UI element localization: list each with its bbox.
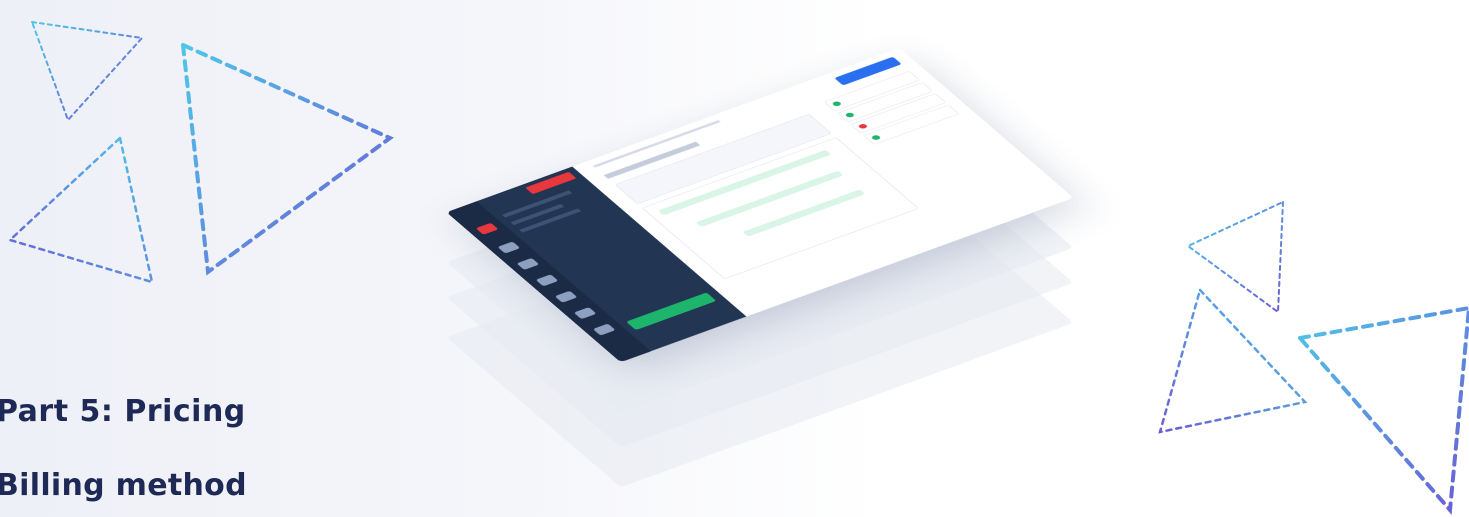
- mockup-graph-row: [742, 189, 866, 237]
- triangle-right-middle: [1158, 287, 1308, 434]
- triangle-large-left: [180, 41, 394, 276]
- rail-icon: [592, 323, 616, 336]
- triangle-left: [7, 135, 154, 284]
- status-dot-success: [870, 134, 882, 141]
- status-dot-failed: [857, 123, 869, 130]
- status-dot-success: [844, 111, 856, 119]
- triangle-right-large: [1296, 305, 1469, 515]
- section-heading: Part 5: Pricing: [0, 394, 246, 429]
- dashboard-mockup: [446, 20, 1074, 488]
- rail-icon: [535, 274, 559, 287]
- rail-icon: [573, 307, 597, 320]
- rail-icon-active: [475, 222, 499, 235]
- mockup-nav-bar: [519, 208, 582, 233]
- rail-icon: [554, 290, 578, 303]
- triangle-small-top-left: [30, 20, 144, 122]
- mockup-graph-row: [695, 170, 844, 228]
- triangle-group-right: [1158, 200, 1469, 515]
- triangle-group-left: [7, 20, 394, 284]
- status-dot-success: [831, 100, 843, 107]
- rail-icon: [516, 257, 540, 270]
- mockup-run-button: [626, 292, 717, 331]
- section-subheading: Billing method: [0, 468, 247, 503]
- rail-icon: [497, 241, 521, 254]
- triangle-right-top: [1186, 200, 1285, 314]
